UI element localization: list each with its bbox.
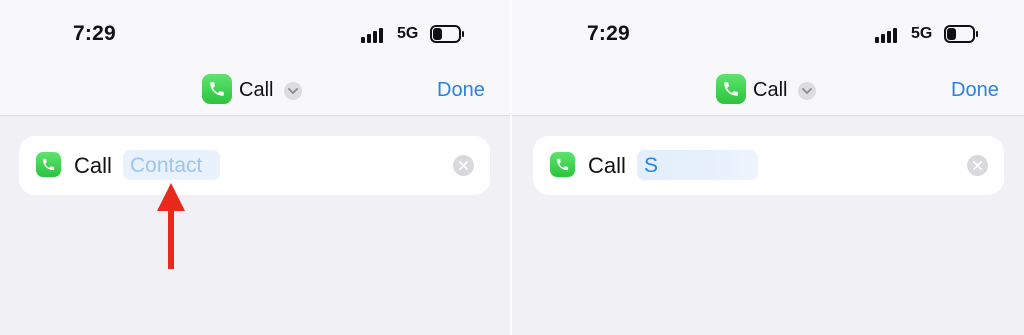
annotation-arrow <box>157 183 185 269</box>
network-type: 5G <box>397 25 419 42</box>
action-label: Call <box>588 153 626 178</box>
network-type: 5G <box>911 25 933 42</box>
contact-parameter-token[interactable]: Contact <box>123 150 220 180</box>
done-button[interactable]: Done <box>951 79 999 102</box>
phone-app-icon <box>202 74 232 104</box>
done-button[interactable]: Done <box>437 79 485 102</box>
right-screen: 7:29 5G Call Done Call S <box>512 0 1024 335</box>
phone-icon <box>36 152 61 177</box>
action-title: Call <box>753 79 788 101</box>
signal-icon <box>875 26 902 43</box>
action-title: Call <box>239 79 274 101</box>
action-label: Call <box>74 153 112 178</box>
navigation-header: 7:29 5G Call Done <box>512 0 1024 116</box>
status-time: 7:29 <box>73 22 116 45</box>
phone-app-icon <box>716 74 746 104</box>
left-screen: 7:29 5G Call Done Call Contact <box>0 0 512 335</box>
clear-icon[interactable] <box>967 155 988 176</box>
contact-placeholder: Contact <box>130 154 203 177</box>
clear-icon[interactable] <box>453 155 474 176</box>
navigation-header: 7:29 5G Call Done <box>0 0 512 116</box>
call-action-card[interactable]: Call S <box>533 136 1004 195</box>
battery-icon <box>430 25 464 43</box>
status-time: 7:29 <box>587 22 630 45</box>
chevron-down-icon[interactable] <box>284 82 302 100</box>
phone-icon <box>550 152 575 177</box>
contact-parameter-token[interactable]: S <box>637 150 758 180</box>
signal-icon <box>361 26 388 43</box>
chevron-down-icon[interactable] <box>798 82 816 100</box>
contact-input-text[interactable]: S <box>644 154 658 178</box>
battery-icon <box>944 25 978 43</box>
call-action-card[interactable]: Call Contact <box>19 136 490 195</box>
